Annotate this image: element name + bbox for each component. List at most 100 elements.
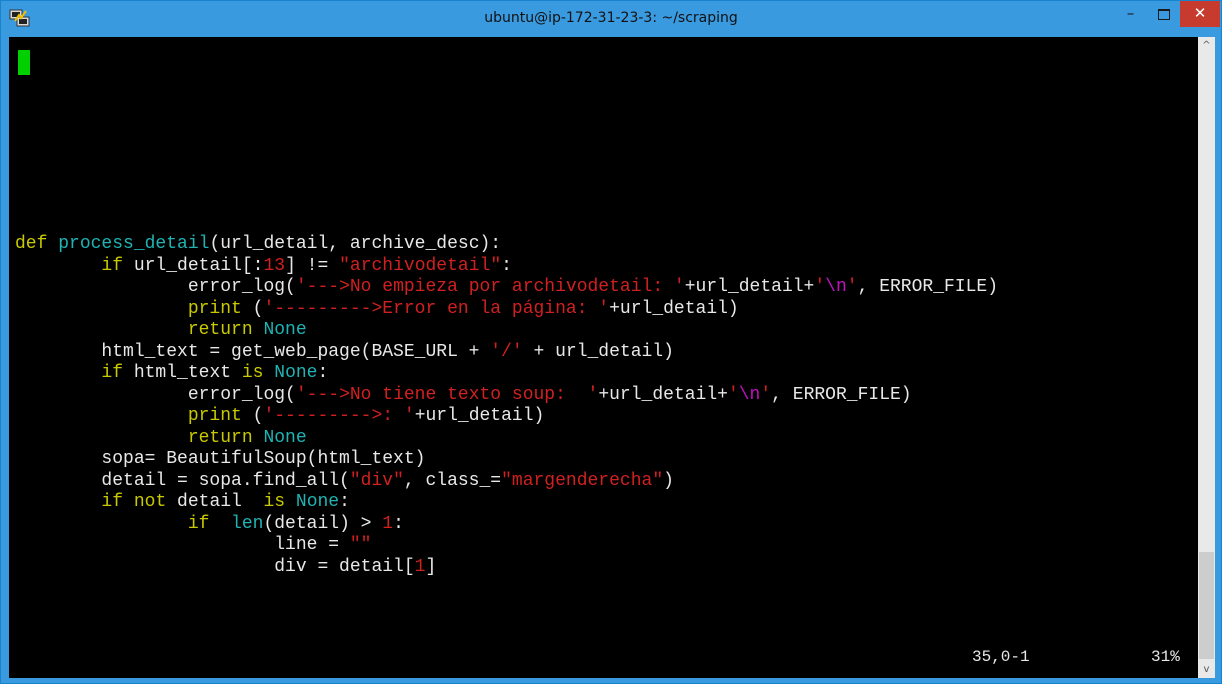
code-token: ( bbox=[241, 406, 264, 426]
code-line: if len(detail) > 1: bbox=[15, 514, 998, 536]
vim-buffer: def process_detail(url_detail, archive_d… bbox=[15, 234, 998, 578]
cursor-position: 35,0-1 bbox=[972, 648, 1030, 666]
code-token: html_text = get_web_page(BASE_URL + bbox=[15, 341, 491, 362]
code-token: (url_detail, archive_desc): bbox=[209, 234, 502, 254]
code-token: \n bbox=[825, 277, 847, 297]
code-token: '--->No tiene texto soup: ' bbox=[295, 384, 599, 405]
code-token: if bbox=[101, 255, 124, 276]
code-token: +url_detail+ bbox=[684, 277, 815, 297]
code-line: line = "" bbox=[15, 535, 998, 557]
terminal-area[interactable]: def process_detail(url_detail, archive_d… bbox=[9, 37, 1198, 678]
code-token: ( bbox=[241, 298, 264, 319]
code-line: return None bbox=[15, 428, 998, 450]
scroll-up-arrow-icon[interactable]: ^ bbox=[1198, 37, 1215, 54]
code-token: "div" bbox=[349, 470, 404, 491]
code-token: : bbox=[393, 513, 404, 534]
code-token: print bbox=[187, 406, 242, 426]
code-token: len bbox=[231, 513, 264, 534]
code-token: if bbox=[101, 492, 124, 512]
code-line: print ('--------->: '+url_detail) bbox=[15, 406, 998, 428]
code-token: "archivodetail" bbox=[339, 255, 502, 276]
code-line: print ('--------->Error en la página: '+… bbox=[15, 299, 998, 321]
code-line: div = detail[1] bbox=[15, 557, 998, 579]
code-token: , ERROR_FILE) bbox=[771, 384, 912, 405]
code-line: html_text = get_web_page(BASE_URL + '/' … bbox=[15, 342, 998, 364]
code-line: error_log('--->No tiene texto soup: '+ur… bbox=[15, 385, 998, 407]
code-token: None bbox=[295, 492, 340, 512]
maximize-icon bbox=[1157, 9, 1170, 20]
code-token: ' bbox=[727, 384, 739, 405]
code-token: , ERROR_FILE) bbox=[857, 277, 999, 297]
code-token: 13 bbox=[263, 255, 286, 276]
code-token: \n bbox=[738, 384, 761, 405]
code-line: def process_detail(url_detail, archive_d… bbox=[15, 234, 998, 256]
code-token: detail = sopa.find_all( bbox=[15, 470, 350, 491]
code-token: ' bbox=[846, 277, 858, 297]
code-token: return bbox=[187, 427, 253, 448]
code-token: : bbox=[339, 492, 350, 512]
window-title: ubuntu@ip-172-31-23-3: ~/scraping bbox=[484, 10, 738, 26]
code-token: "margenderecha" bbox=[501, 470, 664, 491]
code-token: ' bbox=[760, 384, 772, 405]
code-token: "" bbox=[349, 535, 372, 555]
code-token: line = bbox=[15, 535, 350, 555]
code-token: if bbox=[101, 363, 124, 383]
scrollbar-thumb[interactable] bbox=[1199, 552, 1214, 659]
code-token: 1 bbox=[414, 556, 426, 577]
code-line: sopa= BeautifulSoup(html_text) bbox=[15, 449, 998, 471]
code-token: '--------->Error en la página: ' bbox=[263, 298, 610, 319]
code-token: +url_detail+ bbox=[598, 384, 728, 405]
code-token: error_log( bbox=[15, 277, 296, 297]
code-token: '--->No empieza por archivodetail: ' bbox=[295, 277, 685, 297]
code-token: None bbox=[263, 427, 307, 448]
code-token: print bbox=[187, 298, 242, 319]
code-line: return None bbox=[15, 320, 998, 342]
scroll-percent: 31% bbox=[1151, 648, 1180, 666]
code-token: '/' bbox=[490, 341, 523, 362]
code-line: if html_text is None: bbox=[15, 363, 998, 385]
terminal-cursor bbox=[18, 50, 30, 75]
vertical-scrollbar[interactable]: ^ v bbox=[1198, 37, 1215, 678]
code-token: detail bbox=[166, 492, 264, 512]
code-token: def bbox=[15, 234, 48, 254]
code-token: is bbox=[263, 492, 286, 512]
code-token: process_detail bbox=[58, 234, 210, 254]
code-token: ] bbox=[425, 556, 437, 577]
code-token: is bbox=[241, 363, 264, 383]
code-line: detail = sopa.find_all("div", class_="ma… bbox=[15, 471, 998, 493]
code-token: return bbox=[187, 320, 253, 340]
scroll-down-arrow-icon[interactable]: v bbox=[1198, 661, 1215, 678]
code-token: ' bbox=[814, 277, 826, 297]
code-token: error_log( bbox=[15, 384, 296, 405]
code-token: ) bbox=[663, 470, 674, 491]
minimize-button[interactable]: – bbox=[1114, 1, 1147, 27]
terminal-window: ubuntu@ip-172-31-23-3: ~/scraping – ✕ de… bbox=[0, 0, 1222, 684]
code-token: not bbox=[133, 492, 167, 512]
maximize-button[interactable] bbox=[1147, 1, 1180, 27]
code-token: url_detail[: bbox=[123, 255, 264, 276]
code-line: if not detail is None: bbox=[15, 492, 998, 514]
code-token: (detail) > bbox=[263, 513, 383, 534]
code-token: 1 bbox=[382, 513, 394, 534]
close-button[interactable]: ✕ bbox=[1180, 1, 1220, 27]
code-token: html_text bbox=[123, 363, 242, 383]
code-token: +url_detail) bbox=[609, 298, 739, 319]
code-line: error_log('--->No empieza por archivodet… bbox=[15, 277, 998, 299]
title-bar[interactable]: ubuntu@ip-172-31-23-3: ~/scraping – ✕ bbox=[1, 1, 1221, 37]
code-token: : bbox=[501, 255, 512, 276]
code-token: None bbox=[274, 363, 318, 383]
code-token: None bbox=[263, 320, 307, 340]
